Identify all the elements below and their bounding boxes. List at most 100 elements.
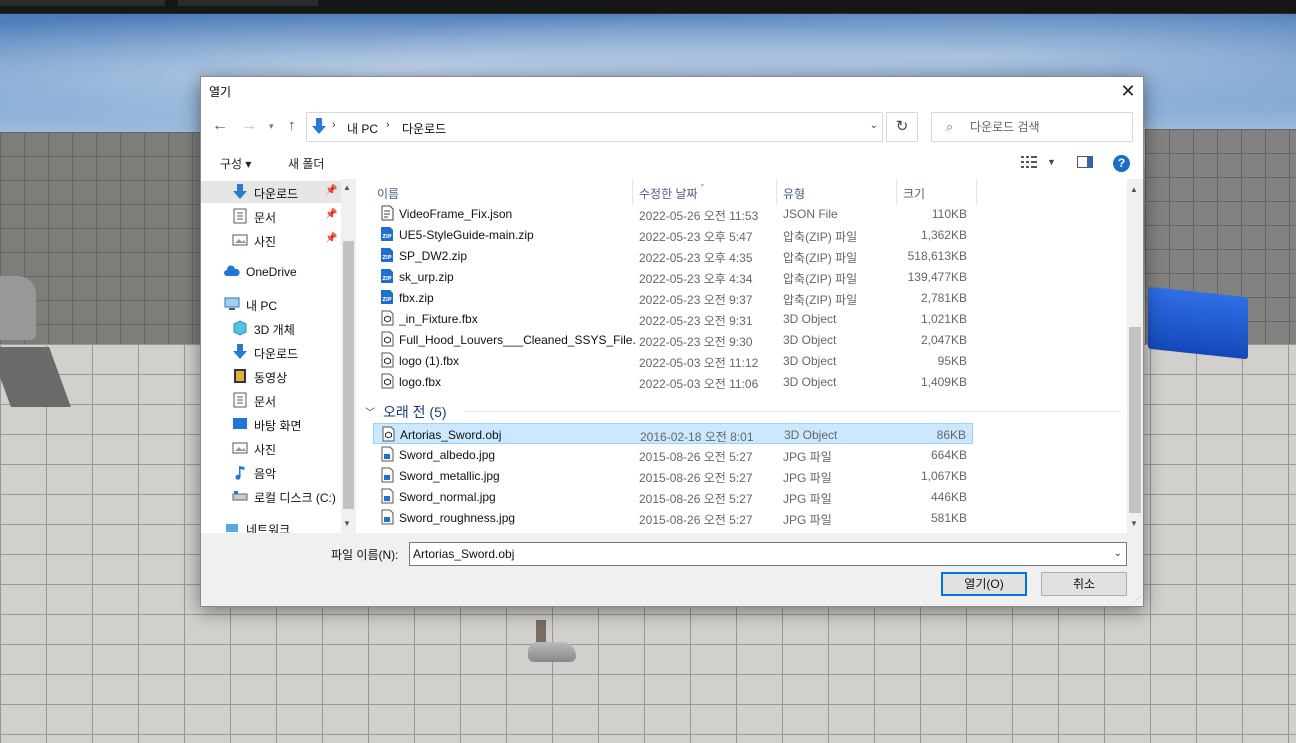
file-date: 2022-05-03 오전 11:06 <box>639 377 759 391</box>
file-size: 581KB <box>930 511 967 525</box>
recent-file-row[interactable]: logo (1).fbx 2022-05-03 오전 11:12 3D Object… <box>373 350 973 371</box>
old-file-row[interactable]: Sword_metallic.jpg 2015-08-26 오전 5:27 JPG … <box>373 465 973 486</box>
recent-file-row[interactable]: ZIP sk_urp.zip 2022-05-23 오후 4:34 압축(ZIP) 파… <box>373 266 973 287</box>
recent-file-row[interactable]: logo.fbx 2022-05-03 오전 11:06 3D Object 1,40… <box>373 371 973 392</box>
breadcrumb-this-pc[interactable]: 내 PC <box>347 120 378 137</box>
sidebar-item-pictures-quick[interactable]: 사진 📌 <box>201 229 341 251</box>
top-bar-segment <box>0 0 165 6</box>
old-file-row[interactable]: Sword_normal.jpg 2015-08-26 오전 5:27 JPG 파일… <box>373 486 973 507</box>
sidebar-item-videos[interactable]: 동영상 <box>201 365 341 387</box>
group-divider <box>465 411 1121 412</box>
sidebar-item-this-pc[interactable]: 내 PC <box>201 293 341 315</box>
recent-file-row[interactable]: VideoFrame_Fix.json 2022-05-26 오전 11:53 JS… <box>373 203 973 224</box>
help-icon[interactable]: ? <box>1113 155 1130 172</box>
resize-grip-icon[interactable]: ⋰ <box>1133 595 1141 604</box>
svg-text:ZIP: ZIP <box>382 255 391 261</box>
group-header-older[interactable]: ﹀ 오래 전 (5) <box>365 401 1121 421</box>
column-divider[interactable] <box>896 179 897 205</box>
file-type: JPG 파일 <box>783 450 832 464</box>
recent-locations-dropdown-icon[interactable]: ▾ <box>269 121 274 132</box>
sidebar-item-3d-objects[interactable]: 3D 개체 <box>201 317 341 339</box>
scrollbar-thumb[interactable] <box>343 241 354 509</box>
chevron-down-icon[interactable]: ﹀ <box>365 404 375 419</box>
file-type: 압축(ZIP) 파일 <box>783 251 858 265</box>
file-list-scrollbar[interactable]: ▲ ▼ <box>1127 179 1143 533</box>
navigation-pane: 다운로드 📌 문서 📌 사진 📌 OneDrive 내 PC 3D 개체 다운로… <box>201 179 356 533</box>
cancel-button[interactable]: 취소 <box>1041 572 1127 596</box>
chevron-down-icon[interactable]: ⌄ <box>870 120 878 131</box>
breadcrumb-downloads[interactable]: 다운로드 <box>402 120 446 137</box>
file-type: JPG 파일 <box>783 471 832 485</box>
sidebar-item-desktop[interactable]: 바탕 화면 <box>201 413 341 435</box>
organize-button[interactable]: 구성 ▾ <box>220 155 251 172</box>
close-button[interactable]: ✕ <box>1113 77 1143 105</box>
navigation-scrollbar[interactable]: ▲ ▼ <box>341 179 356 533</box>
svg-text:ZIP: ZIP <box>382 276 391 282</box>
open-button[interactable]: 열기(O) <box>941 572 1027 596</box>
old-file-row[interactable]: Artorias_Sword.obj 2016-02-18 오전 8:01 3D O… <box>373 423 973 444</box>
recent-file-row[interactable]: _in_Fixture.fbx 2022-05-23 오전 9:31 3D Obje… <box>373 308 973 329</box>
back-arrow-icon[interactable]: ← <box>212 117 228 135</box>
file-size: 139,477KB <box>907 270 967 284</box>
refresh-button[interactable]: ↻ <box>886 112 918 142</box>
scroll-down-icon[interactable]: ▼ <box>1130 519 1138 528</box>
scroll-up-icon[interactable]: ▲ <box>343 183 351 192</box>
recent-file-row[interactable]: ZIP SP_DW2.zip 2022-05-23 오후 4:35 압축(ZIP) 파… <box>373 245 973 266</box>
sidebar-item-downloads[interactable]: 다운로드 <box>201 341 341 363</box>
pin-icon: 📌 <box>325 233 338 244</box>
file-size: 95KB <box>937 354 967 368</box>
column-header-size[interactable]: 크기 <box>903 185 925 202</box>
column-divider[interactable] <box>776 179 777 205</box>
network-icon <box>226 524 238 532</box>
up-arrow-icon[interactable]: ↑ <box>288 117 296 134</box>
column-header-modified[interactable]: 수정한 날짜 <box>639 185 698 202</box>
scroll-up-icon[interactable]: ▲ <box>1130 185 1138 194</box>
scrollbar-thumb[interactable] <box>1129 327 1141 513</box>
picture-icon <box>232 234 248 246</box>
sidebar-item-documents[interactable]: 문서 <box>201 389 341 411</box>
sidebar-item-local-disk[interactable]: 로컬 디스크 (C:) <box>201 485 341 507</box>
sidebar-item-music[interactable]: 음악 <box>201 461 341 483</box>
column-divider[interactable] <box>976 179 977 205</box>
group-label: 오래 전 (5) <box>383 404 447 420</box>
cylinder-mesh <box>0 276 36 340</box>
sidebar-item-onedrive[interactable]: OneDrive <box>201 261 341 283</box>
music-icon <box>235 466 245 480</box>
search-input[interactable] <box>968 117 1128 137</box>
recent-file-row[interactable]: ZIP fbx.zip 2022-05-23 오전 9:37 압축(ZIP) 파일 2,… <box>373 287 973 308</box>
scroll-down-icon[interactable]: ▼ <box>343 519 351 528</box>
character-feet <box>528 620 578 662</box>
search-box[interactable]: ⌕ <box>931 112 1133 142</box>
file-date: 2022-05-23 오전 9:30 <box>639 335 753 349</box>
file-type: 3D Object <box>784 428 838 442</box>
column-header-name[interactable]: 이름 <box>377 185 399 202</box>
filename-field[interactable]: Artorias_Sword.obj ⌄ <box>409 542 1127 566</box>
dialog-footer: 파일 이름(N): Artorias_Sword.obj ⌄ 열기(O) 취소 … <box>201 533 1143 606</box>
file-date: 2015-08-26 오전 5:27 <box>639 450 753 464</box>
file-name: Sword_metallic.jpg <box>399 469 500 483</box>
recent-file-row[interactable]: ZIP UE5-StyleGuide-main.zip 2022-05-23 오후 … <box>373 224 973 245</box>
old-file-row[interactable]: Sword_roughness.jpg 2015-08-26 오전 5:27 JPG… <box>373 507 973 528</box>
forward-arrow-icon[interactable]: → <box>241 117 257 135</box>
file-size: 1,067KB <box>920 469 967 483</box>
filename-value[interactable]: Artorias_Sword.obj <box>413 547 514 561</box>
address-bar[interactable]: › 내 PC › 다운로드 ⌄ <box>306 112 883 142</box>
new-folder-button[interactable]: 새 폴더 <box>288 155 324 172</box>
file-date: 2015-08-26 오전 5:27 <box>639 513 753 527</box>
chevron-down-icon[interactable]: ⌄ <box>1114 548 1122 559</box>
column-header-type[interactable]: 유형 <box>783 185 805 202</box>
3d-file-icon <box>379 310 395 326</box>
sidebar-item-documents-quick[interactable]: 문서 📌 <box>201 205 341 227</box>
view-dropdown-icon[interactable]: ▼ <box>1047 157 1056 167</box>
preview-pane-icon[interactable] <box>1077 156 1093 168</box>
column-divider[interactable] <box>632 179 633 205</box>
sort-caret-icon: ⌄ <box>699 179 706 188</box>
file-size: 110KB <box>931 207 967 221</box>
sidebar-item-network[interactable]: 네트워크 <box>201 517 341 533</box>
sidebar-item-downloads-quick[interactable]: 다운로드 📌 <box>201 181 341 203</box>
sidebar-item-pictures[interactable]: 사진 <box>201 437 341 459</box>
file-size: 1,021KB <box>920 312 967 326</box>
old-file-row[interactable]: Sword_albedo.jpg 2015-08-26 오전 5:27 JPG 파일… <box>373 444 973 465</box>
view-details-icon[interactable] <box>1021 156 1037 168</box>
recent-file-row[interactable]: Full_Hood_Louvers___Cleaned_SSYS_File...… <box>373 329 973 350</box>
